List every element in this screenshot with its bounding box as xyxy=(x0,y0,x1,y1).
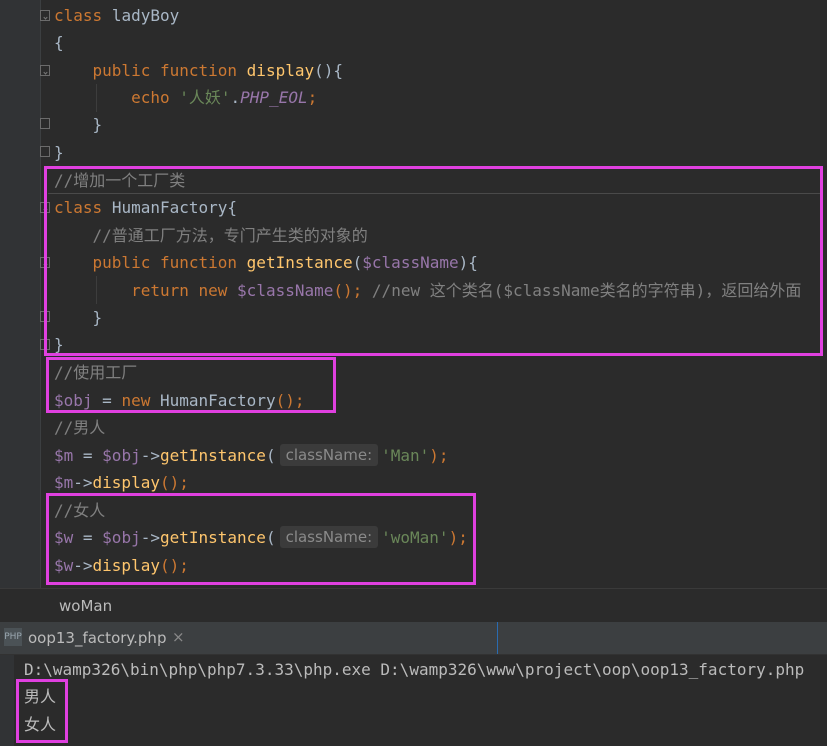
code-line-4: echo '人妖'.PHP_EOL; xyxy=(131,88,318,107)
console-gutter xyxy=(0,655,14,746)
highlight-box-factory-class xyxy=(44,166,823,356)
highlight-box-woman xyxy=(46,493,476,585)
gutter-separator xyxy=(40,0,41,588)
fold-marker-icon[interactable] xyxy=(40,10,50,21)
code-line-3: public function display(){ xyxy=(92,61,344,80)
code-editor[interactable]: class ladyBoy { public function display(… xyxy=(0,0,827,588)
php-file-icon: PHP xyxy=(4,628,22,646)
code-line-6: } xyxy=(54,143,64,162)
highlight-box-use-factory xyxy=(46,357,336,413)
tab-marker xyxy=(497,622,498,654)
fold-marker-icon[interactable] xyxy=(40,65,50,76)
run-console[interactable]: D:\wamp326\bin\php\php7.3.33\php.exe D:\… xyxy=(0,655,827,746)
close-icon[interactable]: × xyxy=(172,628,185,646)
console-command: D:\wamp326\bin\php\php7.3.33\php.exe D:\… xyxy=(24,660,805,679)
fold-end-icon[interactable] xyxy=(40,146,50,157)
breadcrumb[interactable]: woMan xyxy=(59,597,112,615)
code-line-17: $m = $obj->getInstance(className: 'Man'); xyxy=(54,444,449,466)
code-line-5: } xyxy=(92,115,103,134)
code-line-1: class ladyBoy xyxy=(54,6,180,25)
run-tab-label[interactable]: oop13_factory.php xyxy=(28,629,166,647)
code-line-18: $m->display(); xyxy=(54,473,189,492)
code-line-16: //男人 xyxy=(54,418,106,437)
highlight-box-output xyxy=(16,679,68,743)
code-line-2: { xyxy=(54,33,64,52)
run-tab-bar: PHP oop13_factory.php × xyxy=(0,622,827,655)
breadcrumb-bar: woMan xyxy=(0,588,827,622)
fold-end-icon[interactable] xyxy=(40,118,50,129)
parameter-hint: className: xyxy=(279,444,379,466)
editor-gutter xyxy=(0,0,40,588)
